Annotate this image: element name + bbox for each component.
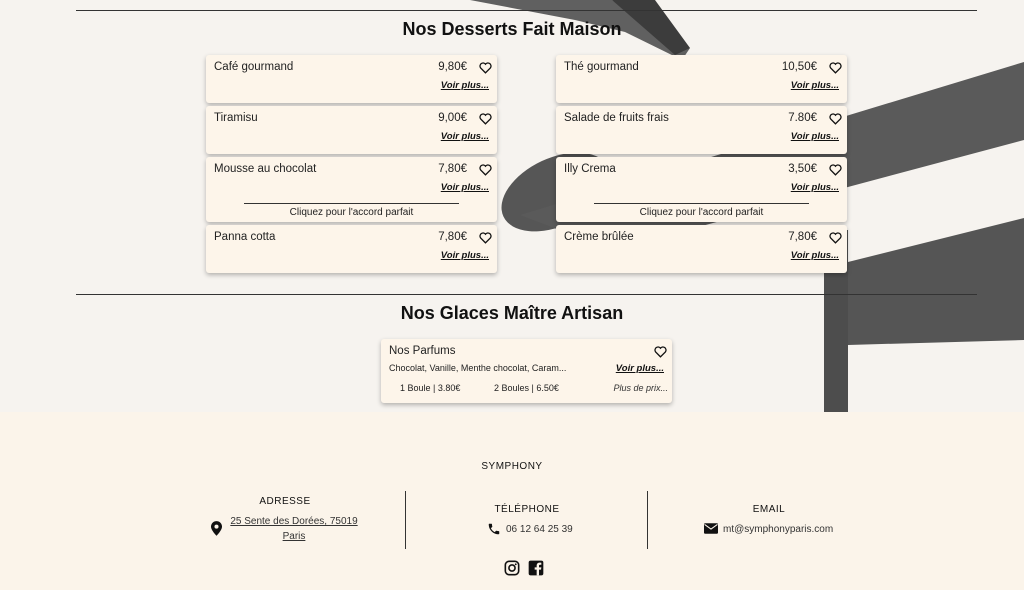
address-column: ADRESSE	[205, 496, 365, 507]
see-more-link[interactable]: Voir plus...	[791, 131, 839, 142]
address-link[interactable]: 25 Sente des Dorées, 75019 Paris	[224, 514, 364, 544]
heart-icon[interactable]	[829, 62, 842, 74]
dessert-card[interactable]: Café gourmand 9,80€ Voir plus...	[206, 55, 497, 103]
heart-icon[interactable]	[829, 164, 842, 176]
dessert-price: 7.80€	[788, 112, 817, 124]
dessert-card[interactable]: Crème brûlée 7,80€ Voir plus...	[556, 225, 847, 273]
dessert-price: 9,80€	[438, 61, 467, 73]
dessert-card[interactable]: Thé gourmand 10,50€ Voir plus...	[556, 55, 847, 103]
dessert-price: 10,50€	[781, 61, 817, 73]
ice-cream-name: Nos Parfums	[389, 345, 456, 357]
dessert-card[interactable]: Panna cotta 7,80€ Voir plus...	[206, 225, 497, 273]
phone-icon	[488, 523, 500, 535]
heart-icon[interactable]	[479, 232, 492, 244]
address-line-2: Paris	[282, 531, 306, 542]
phone-number[interactable]: 06 12 64 25 39	[506, 524, 573, 535]
heart-icon[interactable]	[829, 232, 842, 244]
dessert-card[interactable]: Tiramisu 9,00€ Voir plus...	[206, 106, 497, 154]
facebook-icon[interactable]	[528, 560, 544, 576]
dessert-card[interactable]: Mousse au chocolat 7,80€ Voir plus... Cl…	[206, 157, 497, 222]
top-divider	[76, 10, 977, 11]
ice-cream-card[interactable]: Nos Parfums Chocolat, Vanille, Menthe ch…	[381, 339, 672, 403]
dessert-name: Illy Crema	[564, 163, 616, 175]
glaces-title: Nos Glaces Maître Artisan	[400, 303, 624, 323]
see-more-link[interactable]: Voir plus...	[791, 80, 839, 91]
pairing-link[interactable]: Cliquez pour l'accord parfait	[206, 207, 497, 218]
heart-icon[interactable]	[479, 113, 492, 125]
see-more-link[interactable]: Voir plus...	[791, 182, 839, 193]
heart-icon[interactable]	[654, 346, 667, 358]
dessert-name: Café gourmand	[214, 61, 294, 73]
pairing-divider	[244, 203, 459, 204]
dessert-name: Salade de fruits frais	[564, 112, 669, 124]
dessert-name: Panna cotta	[214, 231, 276, 243]
flavours-description: Chocolat, Vanille, Menthe chocolat, Cara…	[389, 363, 567, 373]
see-more-link[interactable]: Voir plus...	[791, 250, 839, 261]
dessert-price: 7,80€	[438, 231, 467, 243]
dessert-name: Crème brûlée	[564, 231, 634, 243]
dessert-card[interactable]: Illy Crema 3,50€ Voir plus... Cliquez po…	[556, 157, 847, 222]
desserts-title: Nos Desserts Fait Maison	[402, 19, 622, 39]
pairing-link[interactable]: Cliquez pour l'accord parfait	[556, 207, 847, 218]
see-more-link[interactable]: Voir plus...	[441, 131, 489, 142]
dessert-name: Tiramisu	[214, 112, 258, 124]
heart-icon[interactable]	[829, 113, 842, 125]
address-title: ADRESSE	[259, 496, 311, 507]
phone-column: TÉLÉPHONE	[447, 504, 607, 515]
middle-divider	[76, 294, 977, 295]
pairing-divider	[594, 203, 809, 204]
dessert-price: 7,80€	[788, 231, 817, 243]
see-more-link[interactable]: Voir plus...	[616, 363, 664, 374]
phone-title: TÉLÉPHONE	[494, 504, 560, 515]
address-line-1: 25 Sente des Dorées, 75019	[230, 516, 358, 527]
dessert-name: Thé gourmand	[564, 61, 639, 73]
more-prices-link[interactable]: Plus de prix...	[613, 383, 668, 393]
price-two-scoops: 2 Boules | 6.50€	[494, 383, 559, 393]
email-column: EMAIL	[689, 504, 849, 515]
dessert-card[interactable]: Salade de fruits frais 7.80€ Voir plus..…	[556, 106, 847, 154]
dessert-price: 7,80€	[438, 163, 467, 175]
footer-divider	[405, 491, 406, 549]
see-more-link[interactable]: Voir plus...	[441, 250, 489, 261]
heart-icon[interactable]	[479, 164, 492, 176]
price-one-scoop: 1 Boule | 3.80€	[400, 383, 461, 393]
see-more-link[interactable]: Voir plus...	[441, 80, 489, 91]
envelope-icon	[704, 523, 718, 534]
dessert-price: 3,50€	[788, 163, 817, 175]
map-pin-icon	[211, 521, 222, 536]
instagram-icon[interactable]	[504, 560, 520, 576]
email-title: EMAIL	[752, 504, 786, 515]
footer-divider	[647, 491, 648, 549]
dessert-name: Mousse au chocolat	[214, 163, 317, 175]
heart-icon[interactable]	[479, 62, 492, 74]
email-address[interactable]: mt@symphonyparis.com	[723, 524, 833, 535]
see-more-link[interactable]: Voir plus...	[441, 182, 489, 193]
dessert-price: 9,00€	[438, 112, 467, 124]
footer-brand: SYMPHONY	[481, 461, 543, 472]
